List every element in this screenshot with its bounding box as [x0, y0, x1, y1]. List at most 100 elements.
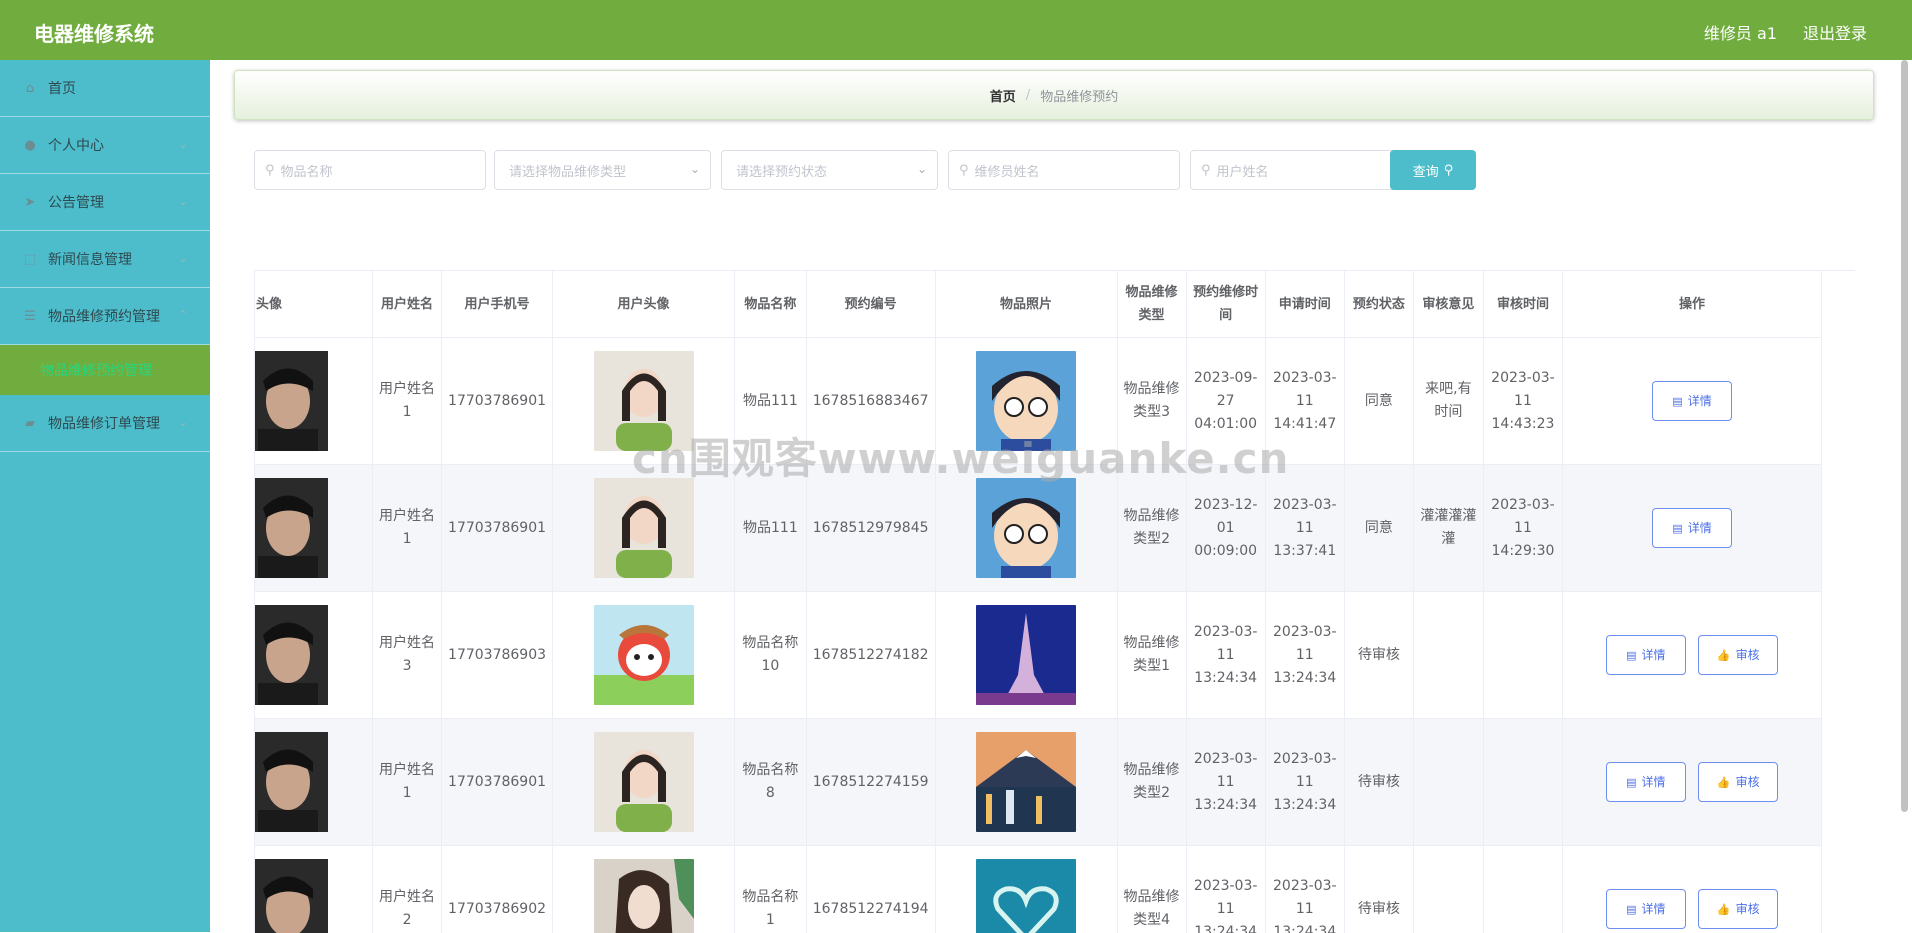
male-avatar-image	[254, 859, 328, 933]
detail-button[interactable]: ▤详情	[1606, 635, 1686, 675]
current-user: 维修员 a1	[1704, 20, 1777, 44]
logout-button[interactable]: 退出登录	[1803, 20, 1867, 44]
user-name-cell: 用户姓名1	[373, 465, 442, 592]
phone-cell: 17703786901	[442, 719, 553, 846]
sidebar-item-label: 首页	[48, 78, 76, 98]
chevron-down-icon: ⌄	[178, 137, 188, 151]
home-icon: ⌂	[22, 80, 38, 96]
item-photo-cell	[935, 719, 1117, 846]
status-cell: 同意	[1344, 465, 1413, 592]
document-icon: ▤	[1672, 517, 1682, 540]
appointment-time-cell: 2023-03-11 13:24:34	[1186, 592, 1265, 719]
thumb-up-icon: 👍	[1717, 644, 1731, 667]
sidebar-item-label: 个人中心	[48, 135, 104, 155]
column-header: 物品照片	[935, 271, 1117, 338]
cartoon-boy-image	[976, 351, 1076, 451]
repair-type-cell: 物品维修类型4	[1117, 846, 1186, 933]
opinion-cell	[1413, 846, 1483, 933]
breadcrumb-home[interactable]: 首页	[990, 86, 1016, 105]
detail-button[interactable]: ▤详情	[1606, 889, 1686, 929]
item-name-cell: 物品111	[735, 465, 807, 592]
detail-button[interactable]: ▤详情	[1652, 508, 1732, 548]
column-header: 用户姓名	[373, 271, 442, 338]
review-time-cell: 2023-03-11 14:29:30	[1483, 465, 1562, 592]
status-select[interactable]: 请选择预约状态 ⌄	[721, 150, 938, 190]
appointment-no-cell: 1678516883467	[806, 338, 935, 465]
sidebar-item-order[interactable]: ▰ 物品维修订单管理 ⌄	[0, 395, 210, 452]
opinion-cell	[1413, 592, 1483, 719]
app-title: 电器维修系统	[34, 18, 154, 47]
list-icon: ☰	[22, 308, 38, 324]
thumb-up-icon: 👍	[1717, 771, 1731, 794]
sidebar-item-label: 公告管理	[48, 192, 104, 212]
review-time-cell	[1483, 719, 1562, 846]
apply-time-cell: 2023-03-11 13:24:34	[1265, 719, 1344, 846]
table-row: 用户姓名1 17703786901 物品名称8 1678512274159 物品…	[254, 719, 1822, 846]
sidebar-item-personal[interactable]: ● 个人中心 ⌄	[0, 117, 210, 174]
sidebar-item-appointment[interactable]: ☰ 物品维修预约管理 ⌃	[0, 288, 210, 345]
sidebar-subitem-appointment[interactable]: 物品维修预约管理	[0, 345, 210, 395]
document-icon: ▤	[1672, 390, 1682, 413]
male-avatar-image	[254, 732, 328, 832]
appointment-time-cell: 2023-09-27 04:01:00	[1186, 338, 1265, 465]
cartoon-fox-image	[594, 605, 694, 705]
column-header: 物品维修类型	[1117, 271, 1186, 338]
review-time-cell: 2023-03-11 14:43:23	[1483, 338, 1562, 465]
repair-type-select[interactable]: 请选择物品维修类型 ⌄	[494, 150, 711, 190]
sidebar-item-label: 新闻信息管理	[48, 249, 132, 269]
appointment-no-cell: 1678512274182	[806, 592, 935, 719]
search-icon: ⚲	[1444, 163, 1454, 178]
actions-cell: ▤详情 👍审核	[1563, 592, 1822, 719]
item-name-input[interactable]: ⚲ 物品名称	[254, 150, 486, 190]
sidebar-item-news[interactable]: ⬚ 新闻信息管理 ⌄	[0, 231, 210, 288]
column-header: 物品名称	[735, 271, 807, 338]
repair-type-cell: 物品维修类型2	[1117, 465, 1186, 592]
appointment-time-cell: 2023-12-01 00:09:00	[1186, 465, 1265, 592]
sidebar-item-home[interactable]: ⌂ 首页	[0, 60, 210, 117]
user-avatar-cell	[553, 592, 735, 719]
repairer-name-input[interactable]: ⚲ 维修员姓名	[948, 150, 1180, 190]
query-button[interactable]: 查询 ⚲	[1390, 150, 1476, 190]
user-avatar-cell	[553, 465, 735, 592]
repairer-avatar-cell	[254, 465, 373, 592]
column-header: 预约状态	[1344, 271, 1413, 338]
detail-button[interactable]: ▤详情	[1652, 381, 1732, 421]
user-name-input[interactable]: ⚲ 用户姓名	[1190, 150, 1422, 190]
detail-button[interactable]: ▤详情	[1606, 762, 1686, 802]
search-icon: ⚲	[1201, 163, 1211, 178]
actions-cell: ▤详情	[1563, 338, 1822, 465]
phone-cell: 17703786901	[442, 465, 553, 592]
item-photo-cell	[935, 338, 1117, 465]
review-button[interactable]: 👍审核	[1698, 762, 1778, 802]
item-name-cell: 物品名称8	[735, 719, 807, 846]
apply-time-cell: 2023-03-11 13:24:34	[1265, 592, 1344, 719]
mountain-city-image	[976, 732, 1076, 832]
page-scrollbar[interactable]	[1901, 60, 1908, 812]
breadcrumb: 首页 / 物品维修预约	[234, 70, 1874, 120]
review-button[interactable]: 👍审核	[1698, 889, 1778, 929]
user-name-cell: 用户姓名3	[373, 592, 442, 719]
opinion-cell	[1413, 719, 1483, 846]
male-avatar-image	[254, 351, 328, 451]
table-row: 用户姓名2 17703786902 物品名称1 1678512274194 物品…	[254, 846, 1822, 933]
user-icon: ●	[22, 137, 38, 153]
item-name-cell: 物品名称10	[735, 592, 807, 719]
apply-time-cell: 2023-03-11 13:24:34	[1265, 846, 1344, 933]
girl-avatar-image	[594, 478, 694, 578]
review-button[interactable]: 👍审核	[1698, 635, 1778, 675]
briefcase-icon: ▰	[22, 415, 38, 431]
heart-island-image	[976, 859, 1076, 933]
column-header: 预约编号	[806, 271, 935, 338]
user-name-cell: 用户姓名2	[373, 846, 442, 933]
male-avatar-image	[254, 605, 328, 705]
girl-avatar-image	[594, 732, 694, 832]
sidebar-item-notice[interactable]: ➤ 公告管理 ⌄	[0, 174, 210, 231]
repairer-avatar-cell	[254, 592, 373, 719]
repairer-avatar-cell	[254, 846, 373, 933]
item-photo-cell	[935, 592, 1117, 719]
column-header: 预约维修时间	[1186, 271, 1265, 338]
repair-type-cell: 物品维修类型3	[1117, 338, 1186, 465]
search-icon: ⚲	[959, 163, 969, 178]
column-header: 用户手机号	[442, 271, 553, 338]
item-name-cell: 物品名称1	[735, 846, 807, 933]
